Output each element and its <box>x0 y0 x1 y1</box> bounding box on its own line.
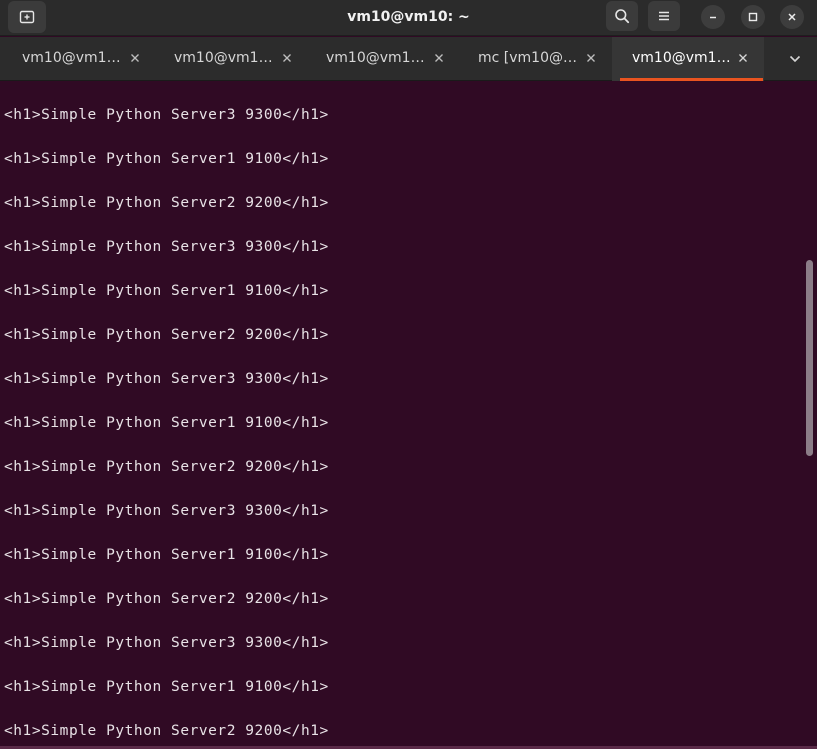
chevron-down-icon <box>789 55 801 63</box>
tab-4[interactable]: mc [vm10@vm10]:~ <box>458 37 610 81</box>
terminal-output[interactable]: <h1>Simple Python Server3 9300</h1> <h1>… <box>0 82 817 749</box>
terminal-line: <h1>Simple Python Server2 9200</h1> <box>4 327 329 343</box>
window-title: vm10@vm10: ~ <box>347 9 470 25</box>
terminal-line: <h1>Simple Python Server1 9100</h1> <box>4 679 329 695</box>
terminal-line: <h1>Simple Python Server1 9100</h1> <box>4 415 329 431</box>
tab-label: vm10@vm10: ~ <box>174 50 274 66</box>
terminal-line: <h1>Simple Python Server1 9100</h1> <box>4 547 329 563</box>
maximize-icon <box>748 12 758 22</box>
terminal-line: <h1>Simple Python Server3 9300</h1> <box>4 239 329 255</box>
tab-3[interactable]: vm10@vm10: ~ <box>306 37 458 81</box>
tab-label: vm10@vm10: ~ <box>326 50 426 66</box>
maximize-button[interactable] <box>741 5 765 29</box>
header-bar: vm10@vm10: ~ <box>0 0 817 36</box>
terminal-line: <h1>Simple Python Server1 9100</h1> <box>4 283 329 299</box>
tab-close-button[interactable] <box>584 51 598 65</box>
tab-overflow-button[interactable] <box>781 49 809 69</box>
tab-2[interactable]: vm10@vm10: ~ <box>154 37 306 81</box>
tab-close-button[interactable] <box>432 51 446 65</box>
close-icon <box>435 54 443 62</box>
terminal-line: <h1>Simple Python Server3 9300</h1> <box>4 371 329 387</box>
scrollbar-thumb[interactable] <box>806 260 813 456</box>
tab-label: vm10@vm10: ~ <box>22 50 122 66</box>
close-button[interactable] <box>780 5 804 29</box>
minimize-button[interactable] <box>701 5 725 29</box>
tab-close-button[interactable] <box>128 51 142 65</box>
terminal-line: <h1>Simple Python Server1 9100</h1> <box>4 151 329 167</box>
tab-label: mc [vm10@vm10]:~ <box>478 50 578 66</box>
hamburger-menu-icon <box>659 11 669 21</box>
terminal-line: <h1>Simple Python Server2 9200</h1> <box>4 723 329 739</box>
new-tab-button[interactable] <box>8 1 46 33</box>
tab-5-active[interactable]: vm10@vm10: ~ <box>612 37 764 81</box>
search-icon <box>615 9 630 24</box>
close-icon <box>283 54 291 62</box>
terminal-line: <h1>Simple Python Server3 9300</h1> <box>4 107 329 123</box>
search-button[interactable] <box>606 1 638 31</box>
tab-1[interactable]: vm10@vm10: ~ <box>2 37 154 81</box>
close-icon <box>587 54 595 62</box>
terminal-line: <h1>Simple Python Server2 9200</h1> <box>4 459 329 475</box>
terminal-line: <h1>Simple Python Server2 9200</h1> <box>4 195 329 211</box>
terminal-line: <h1>Simple Python Server2 9200</h1> <box>4 591 329 607</box>
menu-button[interactable] <box>648 1 680 31</box>
tab-close-button[interactable] <box>280 51 294 65</box>
active-tab-indicator <box>620 78 763 81</box>
close-icon <box>131 54 139 62</box>
close-icon <box>739 54 747 62</box>
close-icon <box>788 13 796 21</box>
tab-label: vm10@vm10: ~ <box>632 50 732 66</box>
terminal-line: <h1>Simple Python Server3 9300</h1> <box>4 503 329 519</box>
tab-bar: vm10@vm10: ~ vm10@vm10: ~ vm10@vm10: ~ m… <box>0 37 817 81</box>
new-tab-icon <box>19 10 35 24</box>
terminal-line: <h1>Simple Python Server3 9300</h1> <box>4 635 329 651</box>
tab-close-button[interactable] <box>736 51 750 65</box>
minimize-icon <box>710 16 716 19</box>
